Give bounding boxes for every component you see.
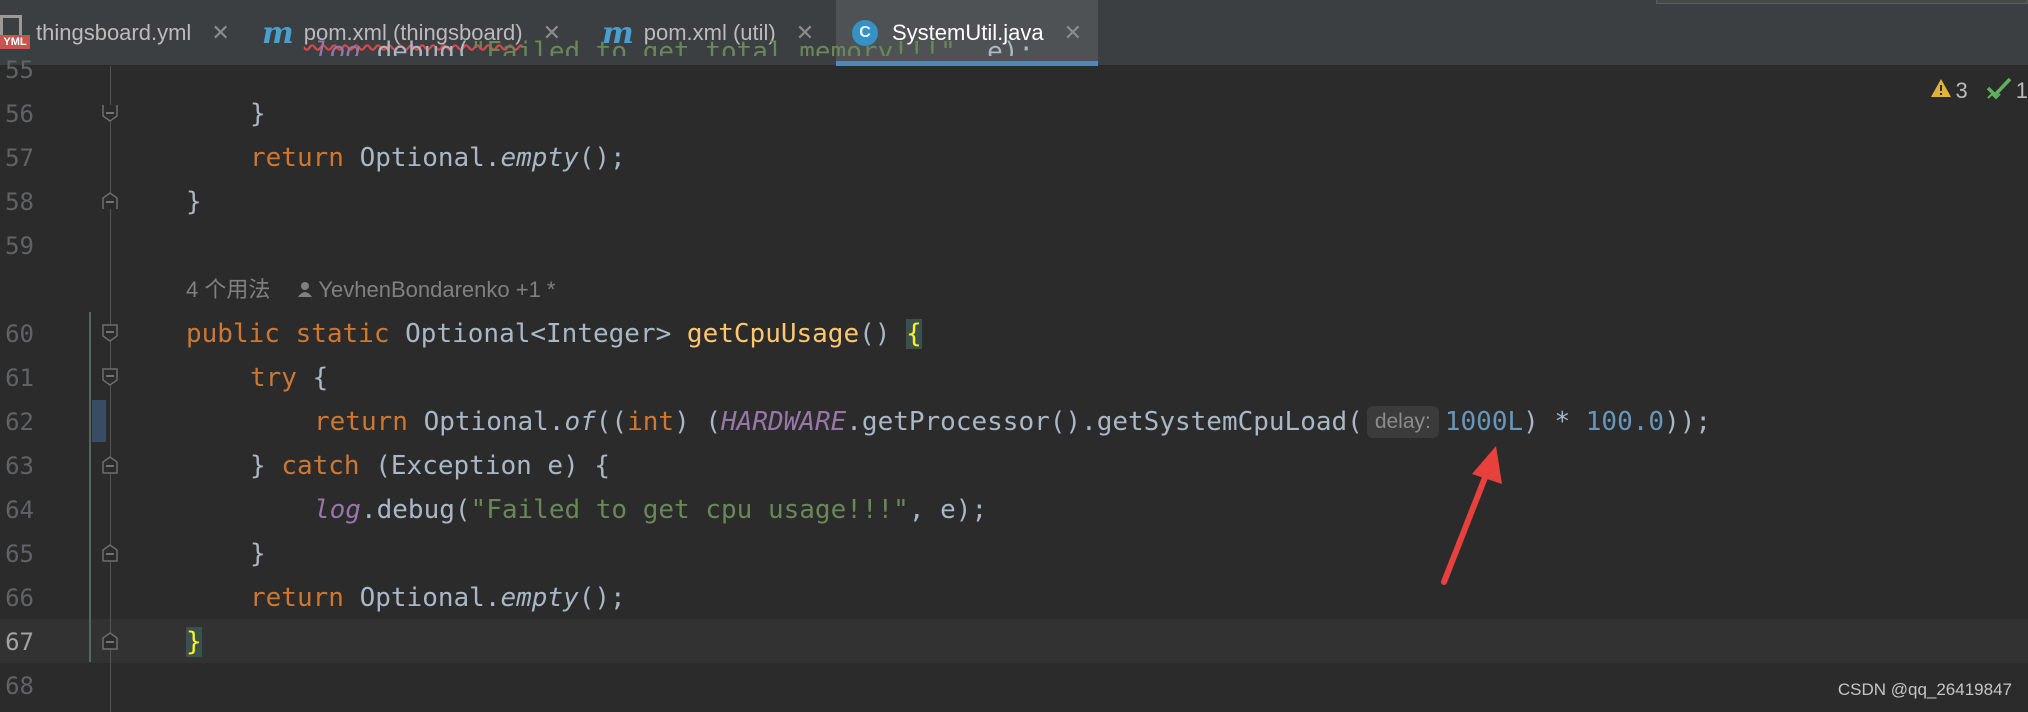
annotation-arrow-icon <box>1441 446 1502 585</box>
line-number: 56 <box>5 100 34 128</box>
code-keyword: return <box>250 143 344 173</box>
code-field: log <box>314 495 361 525</box>
code-line-65: } <box>250 539 266 569</box>
author-hint[interactable]: YevhenBondarenko +1 * <box>318 270 555 310</box>
code-line-57: return Optional.empty(); <box>250 136 626 180</box>
code-token: (( <box>595 407 628 437</box>
matched-brace: } <box>186 627 202 657</box>
code-token: Optional. <box>343 583 501 613</box>
line-number: 64 <box>5 496 34 524</box>
tab-thingsboard-yml[interactable]: YML thingsboard.yml ✕ <box>0 0 246 66</box>
check-icon <box>1986 76 2012 106</box>
code-token: { <box>296 363 329 393</box>
maven-icon: m <box>262 15 294 51</box>
code-line-56: } <box>250 99 266 129</box>
code-line-64: log.debug("Failed to get cpu usage!!!", … <box>314 488 987 532</box>
line-number: 63 <box>5 452 34 480</box>
code-keyword: try <box>250 363 297 393</box>
code-token: Optional. <box>407 407 565 437</box>
code-token: ) ( <box>674 407 722 437</box>
code-token: (Exception e) { <box>359 451 611 481</box>
warning-count: 3 <box>1955 78 1968 103</box>
fold-end-icon[interactable] <box>102 632 118 650</box>
code-token: (); <box>578 583 626 613</box>
code-keyword: int <box>627 407 675 437</box>
search-field-edge[interactable] <box>1656 0 2028 4</box>
line-number: 60 <box>5 320 34 348</box>
code-token: Optional. <box>343 143 501 173</box>
close-icon[interactable]: ✕ <box>1064 20 1082 46</box>
fold-end-icon[interactable] <box>102 456 118 474</box>
code-token: .debug( <box>360 37 471 56</box>
code-field: HARDWARE <box>721 407 847 437</box>
usages-count[interactable]: 4 个用法 <box>186 270 270 310</box>
code-token: Optional<Integer> <box>389 319 687 349</box>
watermark: CSDN @qq_26419847 <box>1837 680 2012 699</box>
line-number: 65 <box>5 540 34 568</box>
code-token: ) * <box>1523 407 1586 437</box>
fold-end-icon[interactable] <box>102 192 118 210</box>
code-keyword: return <box>250 583 344 613</box>
code-line-58: } <box>186 187 202 217</box>
code-line-61: try { <box>250 356 328 400</box>
code-token: , e); <box>908 495 988 525</box>
code-token: log <box>314 37 361 56</box>
code-vision-hint[interactable]: 4 个用法 YevhenBondarenko +1 * <box>186 270 555 310</box>
fold-start-icon[interactable] <box>102 324 118 342</box>
code-keyword: catch <box>281 451 360 481</box>
line-number: 61 <box>5 364 34 392</box>
code-number: 100.0 <box>1585 407 1665 437</box>
code-token: .debug( <box>360 495 471 525</box>
code-number: 1000L <box>1444 407 1524 437</box>
current-line-highlight <box>0 619 2028 663</box>
line-number: 62 <box>5 408 34 436</box>
yml-file-icon: YML <box>0 15 30 51</box>
fold-start-icon[interactable] <box>102 368 118 386</box>
line-number: 58 <box>5 188 34 216</box>
code-string: "Failed to get cpu usage!!!" <box>470 495 909 525</box>
vcs-modified-marker[interactable] <box>92 400 106 442</box>
warning-icon <box>1930 78 1952 104</box>
code-line-66: return Optional.empty(); <box>250 576 626 620</box>
parameter-hint: delay: <box>1366 406 1439 438</box>
code-line-67: } <box>186 620 202 664</box>
vcs-change-bar <box>89 312 91 662</box>
code-line-55: log.debug("Failed to get total memory!!!… <box>314 30 1034 56</box>
close-icon[interactable]: ✕ <box>211 20 229 46</box>
line-number: 59 <box>5 232 34 260</box>
matched-brace: { <box>906 319 922 349</box>
code-token: () <box>859 319 907 349</box>
code-line-62: return Optional.of((int) (HARDWARE.getPr… <box>314 400 1711 444</box>
fold-end-icon[interactable] <box>102 544 118 562</box>
code-token: empty <box>500 583 579 613</box>
code-string: "Failed to get total memory!!!" <box>470 37 956 56</box>
code-token: .getProcessor().getSystemCpuLoad( <box>846 407 1363 437</box>
code-line-63: } catch (Exception e) { <box>250 444 610 488</box>
code-token: (); <box>578 143 626 173</box>
code-token: of <box>564 407 596 437</box>
line-number: 55 <box>5 56 34 84</box>
line-number: 66 <box>5 584 34 612</box>
line-number: 68 <box>5 672 34 700</box>
code-keyword: public static <box>186 319 390 349</box>
code-token: )); <box>1664 407 1712 437</box>
code-keyword: return <box>314 407 408 437</box>
active-tab-indicator <box>836 61 1098 66</box>
code-function: getCpuUsage <box>686 319 860 349</box>
inspection-widget[interactable]: 3 1 <box>1930 76 2028 106</box>
code-line-60: public static Optional<Integer> getCpuUs… <box>186 312 922 356</box>
code-token: , e); <box>955 37 1035 56</box>
tab-label: thingsboard.yml <box>36 20 192 45</box>
line-number: 57 <box>5 144 34 172</box>
ok-count: 1 <box>2015 78 2028 103</box>
gutter-divider <box>110 66 111 712</box>
line-number-current: 67 <box>5 628 34 656</box>
code-token: empty <box>500 143 579 173</box>
person-icon <box>298 270 313 310</box>
fold-end-icon[interactable] <box>102 104 118 122</box>
code-token: } <box>250 451 282 481</box>
